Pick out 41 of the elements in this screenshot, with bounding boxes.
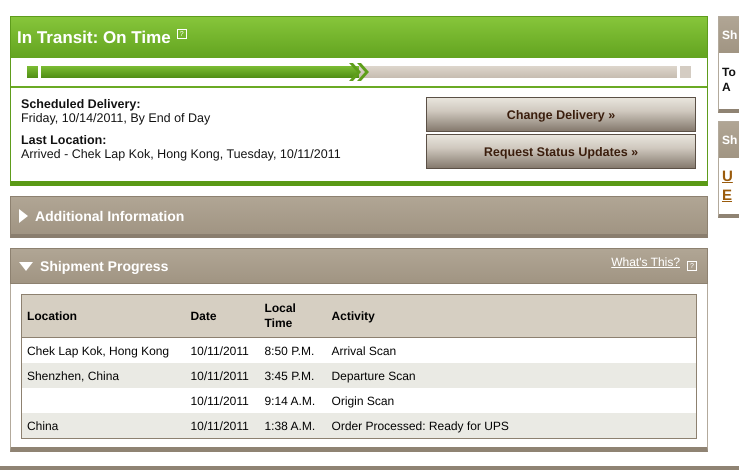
section-header[interactable]: Additional Information — [10, 196, 708, 238]
table-cell: Departure Scan — [326, 363, 696, 388]
sidebar-link[interactable]: E — [722, 186, 739, 205]
sidebar-text: To — [722, 65, 737, 80]
section-title: Additional Information — [35, 208, 186, 224]
scheduled-delivery-label: Scheduled Delivery: — [21, 97, 142, 111]
scheduled-delivery-value: Friday, 10/14/2011, By End of Day — [21, 111, 212, 125]
change-delivery-button[interactable]: Change Delivery » — [426, 97, 696, 132]
status-updates-button[interactable]: Request Status Updates » — [426, 134, 696, 169]
table-cell: 1:38 A.M. — [260, 413, 326, 438]
table-cell: 3:45 P.M. — [260, 363, 326, 388]
table-cell: 10/11/2011 — [186, 388, 260, 413]
sidebar-text: A — [722, 80, 732, 95]
column-header: Activity — [326, 294, 696, 338]
whats-this-link[interactable]: What's This? — [611, 255, 680, 269]
table-cell: 10/11/2011 — [186, 413, 260, 438]
table-cell: Chek Lap Kok, Hong Kong — [22, 338, 186, 363]
table-cell: Order Processed: Ready for UPS — [326, 413, 696, 438]
sidebar-title: Sh — [722, 28, 738, 42]
column-header: Date — [186, 294, 260, 338]
table-cell: Arrival Scan — [326, 338, 696, 363]
table-cell: 8:50 P.M. — [260, 338, 326, 363]
chevron-icon — [349, 63, 369, 81]
table-cell: China — [22, 413, 186, 438]
last-location-label: Last Location: — [21, 133, 108, 147]
table-cell: 10/11/2011 — [186, 363, 260, 388]
sidebar-title: Sh — [722, 133, 738, 147]
sidebar-link[interactable]: U — [722, 167, 739, 186]
column-header: Location — [22, 294, 186, 338]
caret-right-icon[interactable] — [19, 208, 28, 222]
table-cell: Shenzhen, China — [22, 363, 186, 388]
table-cell: 10/11/2011 — [186, 338, 260, 363]
last-location-value: Arrived - Chek Lap Kok, Hong Kong, Tuesday, 10/11/2011 — [21, 147, 341, 161]
table-cell: 9:14 A.M. — [260, 388, 326, 413]
section-title: Shipment Progress — [40, 258, 170, 274]
progress-start-segment — [27, 66, 38, 78]
progress-end-segment — [680, 66, 691, 78]
caret-down-icon[interactable] — [19, 262, 33, 270]
column-header: Local Time — [260, 294, 326, 338]
table-cell: Origin Scan — [326, 388, 696, 413]
status-title: In Transit: On Time — [17, 28, 171, 48]
